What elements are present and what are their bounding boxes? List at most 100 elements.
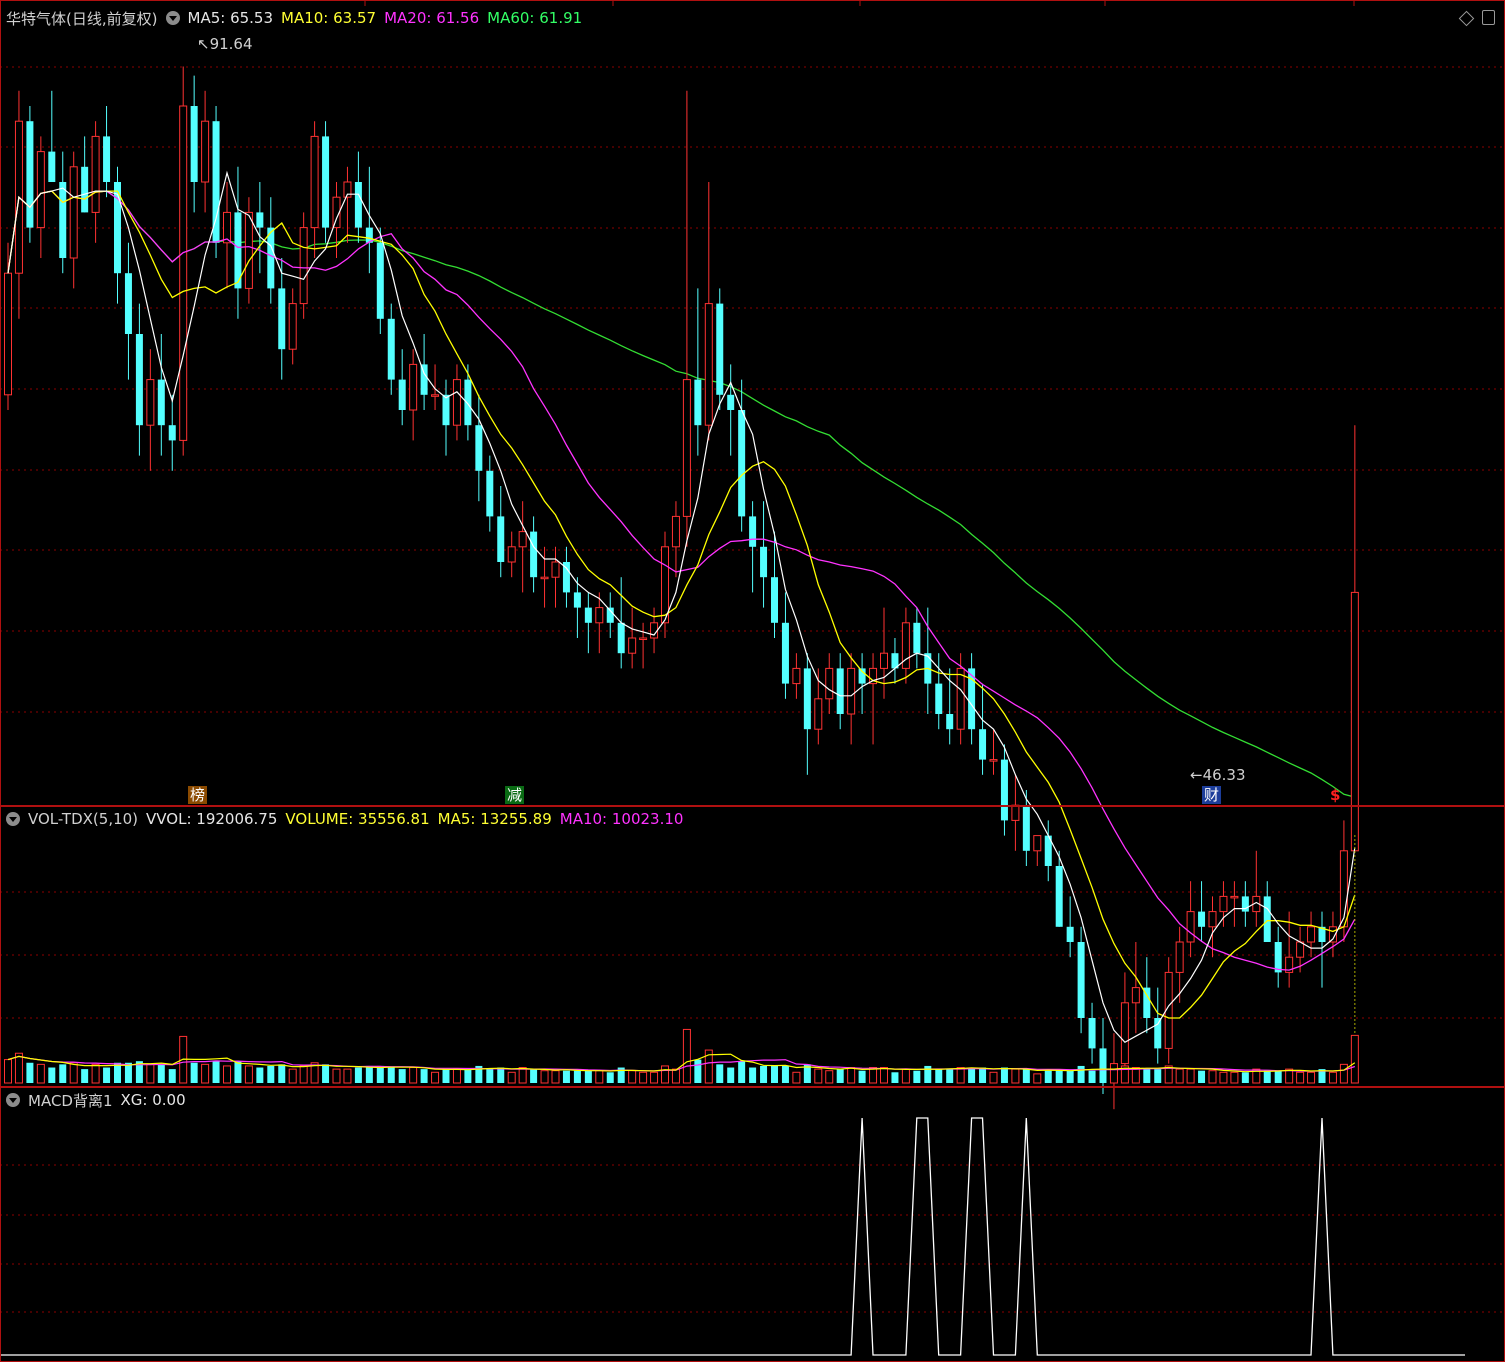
candle-body: [956, 667, 965, 730]
volume-bar: [584, 1070, 592, 1083]
candle-body: [431, 394, 440, 397]
volume-bar: [694, 1059, 702, 1083]
candle-body: [1000, 759, 1008, 821]
candle-body: [190, 106, 198, 182]
macd-indicator-name: MACD背离1: [28, 1091, 113, 1110]
ma-lines: [7, 170, 1356, 1044]
volume-bar: [814, 1068, 823, 1084]
candle-body: [1033, 835, 1042, 852]
main-panel-header: 华特气体 (日线,前复权) MA5: 65.53 MA10: 63.57 MA20…: [6, 8, 582, 28]
high-price-value: 91.64: [209, 35, 253, 53]
volume-bar: [682, 1028, 691, 1084]
volume-bar: [376, 1065, 384, 1083]
volume-bar: [1099, 1069, 1107, 1083]
volume-bar: [201, 1063, 210, 1084]
candle-body: [420, 364, 428, 395]
window-controls: [1458, 10, 1495, 27]
ma10-line: [7, 190, 1356, 1019]
period-label: (日线,前复权): [66, 9, 158, 28]
volume-bar: [760, 1065, 768, 1083]
volume-bar: [146, 1063, 155, 1084]
tag-bang[interactable]: 榜: [188, 786, 208, 804]
candle-body: [91, 135, 100, 213]
candle-body: [1022, 805, 1030, 851]
volume-label: VOLUME: 35556.81: [285, 810, 430, 828]
candle-body: [452, 379, 461, 426]
candle-body: [81, 166, 89, 213]
volume-bar: [36, 1063, 45, 1084]
volume-bar: [59, 1064, 67, 1083]
volume-bar: [530, 1069, 538, 1083]
volume-bar: [671, 1068, 680, 1084]
volume-panel-menu-icon[interactable]: [6, 812, 20, 826]
candle-body: [595, 607, 604, 624]
ma60-line: [7, 190, 1355, 798]
vol-ma5-label: MA5: 13255.89: [437, 810, 552, 828]
candle-body: [464, 379, 472, 426]
candle-body: [628, 637, 637, 654]
volume-bar: [1296, 1071, 1305, 1084]
candle-body: [1011, 804, 1020, 821]
candle-body: [880, 652, 888, 669]
candle-body: [157, 379, 165, 426]
xg-label: XG: 0.00: [120, 1091, 186, 1109]
volume-bar: [639, 1071, 648, 1084]
macd-panel-menu-icon[interactable]: [6, 1093, 20, 1107]
volume-bar: [332, 1068, 341, 1084]
candle-body: [573, 592, 581, 608]
candle-body: [146, 379, 155, 426]
candle-body: [1263, 896, 1271, 942]
tag-cai[interactable]: 财: [1202, 786, 1222, 804]
ma10-label: MA10: 63.57: [281, 9, 377, 27]
candle-body: [1066, 926, 1074, 942]
volume-bar: [1274, 1070, 1282, 1083]
ma60-line: [7, 190, 1355, 798]
volume-bar: [1055, 1069, 1063, 1083]
candle-body: [650, 622, 659, 639]
volume-bar: [267, 1065, 275, 1083]
volume-bar: [518, 1067, 527, 1084]
tag-dollar[interactable]: $: [1328, 786, 1342, 804]
volume-bar: [442, 1069, 450, 1083]
candle-body: [989, 759, 998, 762]
candle-body: [935, 683, 943, 714]
vvol-label: VVOL: 192006.75: [146, 810, 278, 828]
volume-bar: [278, 1064, 286, 1083]
candle-body: [814, 698, 823, 730]
volume-bar: [1033, 1073, 1042, 1084]
candle-body: [4, 272, 12, 396]
panel-toggle-icon[interactable]: [1482, 10, 1495, 25]
volume-bar: [212, 1061, 220, 1083]
volume-bar: [573, 1070, 581, 1083]
volume-bar: [464, 1069, 472, 1083]
volume-bar: [409, 1067, 418, 1084]
candle-body: [1230, 895, 1239, 899]
main-panel-menu-icon[interactable]: [165, 11, 180, 25]
candle-body: [617, 622, 625, 654]
diamond-icon[interactable]: [1458, 10, 1475, 27]
volume-bar: [650, 1071, 659, 1084]
panel-borders: [0, 0, 1505, 1362]
low-price-value: 46.33: [1202, 766, 1246, 784]
candle-body: [946, 714, 954, 730]
candle-body: [244, 211, 253, 289]
candle-body: [322, 136, 330, 228]
candle-body: [168, 425, 176, 441]
candle-body: [671, 515, 680, 548]
vol-ma10-label: MA10: 10023.10: [559, 810, 684, 828]
volume-bar: [431, 1071, 440, 1084]
tag-jian[interactable]: 减: [505, 786, 525, 804]
volume-bar: [880, 1067, 888, 1084]
volume-bar: [81, 1069, 89, 1083]
candle-body: [1055, 866, 1063, 927]
candle-body: [59, 182, 67, 258]
candle-body: [497, 516, 505, 562]
candle-body: [704, 303, 713, 426]
volume-bar: [836, 1069, 844, 1083]
volume-bar: [935, 1069, 943, 1083]
candle-body: [847, 667, 856, 715]
ma5-label: MA5: 65.53: [187, 9, 274, 27]
candle-body: [979, 729, 987, 760]
volume-bar: [322, 1064, 330, 1083]
candle-body: [278, 288, 286, 350]
